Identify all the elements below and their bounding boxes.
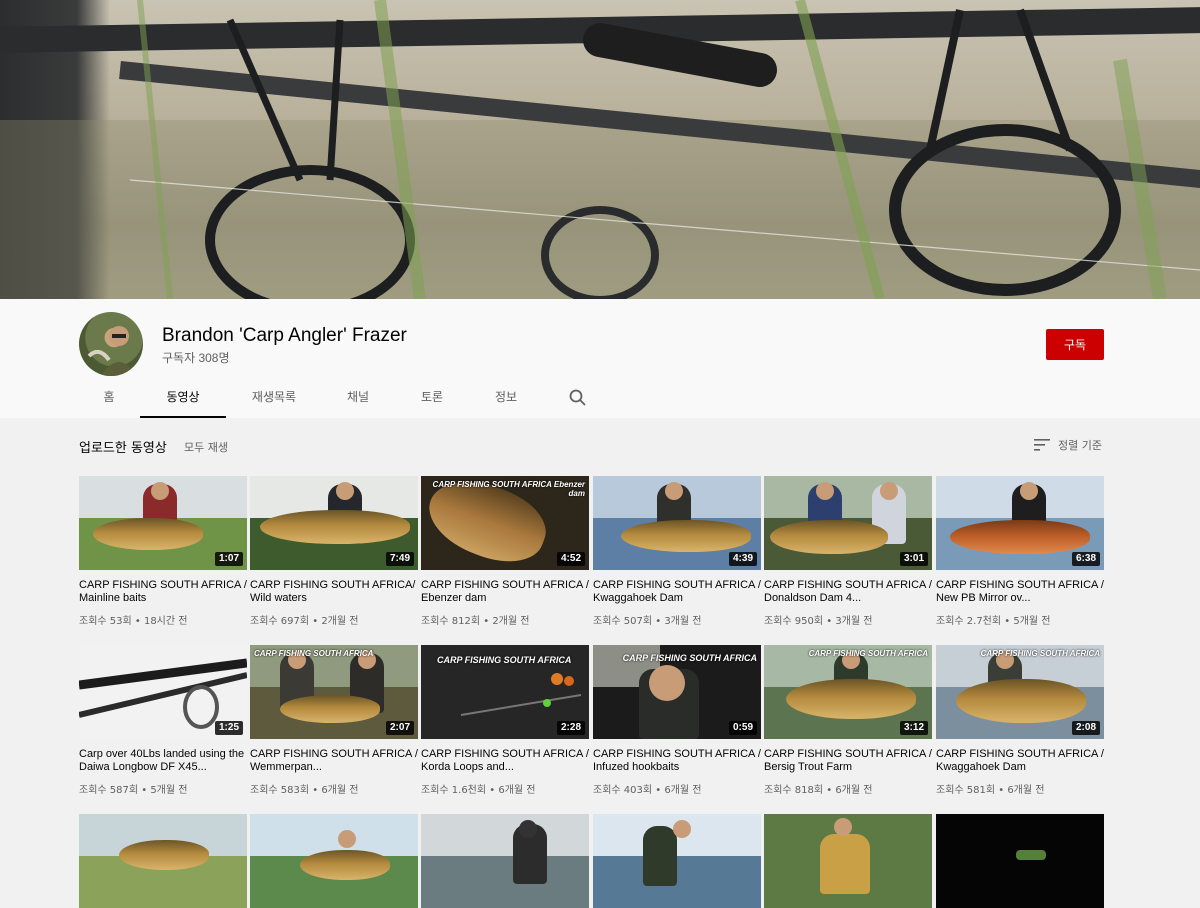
banner-rod-image	[0, 0, 1200, 299]
video-duration: 2:28	[556, 721, 585, 735]
channel-name: Brandon 'Carp Angler' Frazer	[162, 325, 407, 346]
video-card[interactable]	[79, 814, 247, 908]
tab-playlists[interactable]: 재생목록	[244, 378, 304, 416]
video-title[interactable]: CARP FISHING SOUTH AFRICA/ Wild waters	[250, 579, 418, 605]
video-meta: 조회수 1.6천회 • 6개월 전	[421, 785, 536, 796]
sort-label: 정렬 기준	[1058, 439, 1102, 452]
thumbnail-caption: CARP FISHING SOUTH AFRICA Ebenzer dam	[432, 480, 585, 498]
video-meta: 조회수 583회 • 6개월 전	[250, 785, 359, 796]
video-duration: 1:07	[214, 552, 243, 566]
sort-button[interactable]: 정렬 기준	[1034, 437, 1102, 453]
subscriber-count: 구독자 308명	[162, 351, 230, 365]
video-thumbnail[interactable]	[421, 814, 589, 908]
video-duration: 2:08	[1071, 721, 1100, 735]
video-duration: 4:39	[728, 552, 757, 566]
video-duration: 3:01	[899, 552, 928, 566]
video-card[interactable]: 3:01 CARP FISHING SOUTH AFRICA / Donalds…	[764, 476, 932, 627]
video-title[interactable]: CARP FISHING SOUTH AFRICA / Infuzed hook…	[593, 748, 761, 774]
tab-home[interactable]: 홈	[90, 378, 128, 416]
channel-banner	[0, 0, 1200, 299]
video-thumbnail[interactable]	[79, 814, 247, 908]
video-card[interactable]	[764, 814, 932, 908]
tab-discussion[interactable]: 토론	[412, 378, 452, 416]
video-card[interactable]	[421, 814, 589, 908]
video-duration: 4:52	[556, 552, 585, 566]
video-meta: 조회수 53회 • 18시간 전	[79, 616, 188, 627]
video-duration: 2:07	[385, 721, 414, 735]
video-title[interactable]: Carp over 40Lbs landed using the Daiwa L…	[79, 748, 247, 774]
video-card[interactable]	[250, 814, 418, 908]
video-duration: 7:49	[385, 552, 414, 566]
video-card[interactable]: CARP FISHING SOUTH AFRICA Ebenzer dam 4:…	[421, 476, 589, 627]
video-card[interactable]: 1:07 CARP FISHING SOUTH AFRICA / Mainlin…	[79, 476, 247, 627]
video-thumbnail[interactable]: 4:39	[593, 476, 761, 570]
video-duration: 3:12	[899, 721, 928, 735]
video-card[interactable]: 4:39 CARP FISHING SOUTH AFRICA / Kwaggah…	[593, 476, 761, 627]
sort-icon	[1034, 439, 1050, 451]
video-duration: 1:25	[214, 721, 243, 735]
video-thumbnail[interactable]: 7:49	[250, 476, 418, 570]
subscribe-button[interactable]: 구독	[1046, 329, 1104, 360]
video-thumbnail[interactable]: CARP FISHING SOUTH AFRICA 2:07	[250, 645, 418, 739]
channel-tabs: 홈 동영상 재생목록 채널 토론 정보	[0, 378, 1200, 418]
video-card[interactable]: CARP FISHING SOUTH AFRICA 3:12 CARP FISH…	[764, 645, 932, 796]
video-meta: 조회수 950회 • 3개월 전	[764, 616, 873, 627]
video-card[interactable]: 6:38 CARP FISHING SOUTH AFRICA / New PB …	[936, 476, 1104, 627]
video-thumbnail[interactable]: CARP FISHING SOUTH AFRICA 2:08	[936, 645, 1104, 739]
video-duration: 6:38	[1071, 552, 1100, 566]
video-thumbnail[interactable]: 1:07	[79, 476, 247, 570]
video-card[interactable]: 1:25 Carp over 40Lbs landed using the Da…	[79, 645, 247, 796]
video-thumbnail[interactable]	[250, 814, 418, 908]
thumbnail-caption: CARP FISHING SOUTH AFRICA	[980, 649, 1100, 658]
video-title[interactable]: CARP FISHING SOUTH AFRICA / Bersig Trout…	[764, 748, 932, 774]
video-duration: 0:59	[728, 721, 757, 735]
video-title[interactable]: CARP FISHING SOUTH AFRICA / Korda Loops …	[421, 748, 589, 774]
video-title[interactable]: CARP FISHING SOUTH AFRICA / Donaldson Da…	[764, 579, 932, 605]
video-thumbnail[interactable]	[936, 814, 1104, 908]
channel-search-icon[interactable]	[568, 388, 588, 408]
video-card[interactable]: CARP FISHING SOUTH AFRICA 2:28 CARP FISH…	[421, 645, 589, 796]
video-meta: 조회수 812회 • 2개월 전	[421, 616, 530, 627]
avatar-image	[87, 326, 137, 376]
thumbnail-caption: CARP FISHING SOUTH AFRICA	[437, 655, 572, 665]
video-card[interactable]: 7:49 CARP FISHING SOUTH AFRICA/ Wild wat…	[250, 476, 418, 627]
video-thumbnail[interactable]: 3:01	[764, 476, 932, 570]
thumbnail-caption: CARP FISHING SOUTH AFRICA	[808, 649, 928, 658]
video-meta: 조회수 581회 • 6개월 전	[936, 785, 1045, 796]
video-title[interactable]: CARP FISHING SOUTH AFRICA / Ebenzer dam	[421, 579, 589, 605]
video-meta: 조회수 818회 • 6개월 전	[764, 785, 873, 796]
video-card[interactable]	[593, 814, 761, 908]
tab-about[interactable]: 정보	[486, 378, 526, 416]
thumbnail-caption: CARP FISHING SOUTH AFRICA	[254, 649, 374, 658]
video-card[interactable]: CARP FISHING SOUTH AFRICA 2:08 CARP FISH…	[936, 645, 1104, 796]
play-all-link[interactable]: 모두 재생	[184, 439, 228, 455]
video-thumbnail[interactable]: CARP FISHING SOUTH AFRICA 0:59	[593, 645, 761, 739]
video-thumbnail[interactable]	[593, 814, 761, 908]
tab-channels[interactable]: 채널	[337, 378, 379, 416]
video-thumbnail[interactable]: CARP FISHING SOUTH AFRICA 3:12	[764, 645, 932, 739]
video-meta: 조회수 2.7천회 • 5개월 전	[936, 616, 1051, 627]
video-meta: 조회수 403회 • 6개월 전	[593, 785, 702, 796]
video-thumbnail[interactable]	[764, 814, 932, 908]
video-card[interactable]: CARP FISHING SOUTH AFRICA 0:59 CARP FISH…	[593, 645, 761, 796]
video-title[interactable]: CARP FISHING SOUTH AFRICA / New PB Mirro…	[936, 579, 1104, 605]
tab-videos[interactable]: 동영상	[140, 378, 226, 418]
video-thumbnail[interactable]: CARP FISHING SOUTH AFRICA 2:28	[421, 645, 589, 739]
video-card[interactable]: CARP FISHING SOUTH AFRICA 2:07 CARP FISH…	[250, 645, 418, 796]
uploads-title: 업로드한 동영상	[79, 441, 167, 456]
video-meta: 조회수 697회 • 2개월 전	[250, 616, 359, 627]
video-meta: 조회수 507회 • 3개월 전	[593, 616, 702, 627]
video-thumbnail[interactable]: 1:25	[79, 645, 247, 739]
video-title[interactable]: CARP FISHING SOUTH AFRICA / Mainline bai…	[79, 579, 247, 605]
video-thumbnail[interactable]: 6:38	[936, 476, 1104, 570]
video-title[interactable]: CARP FISHING SOUTH AFRICA / Kwaggahoek D…	[593, 579, 761, 605]
video-card[interactable]	[936, 814, 1104, 908]
thumbnail-caption: CARP FISHING SOUTH AFRICA	[622, 653, 757, 663]
video-thumbnail[interactable]: CARP FISHING SOUTH AFRICA Ebenzer dam 4:…	[421, 476, 589, 570]
video-title[interactable]: CARP FISHING SOUTH AFRICA / Wemmerpan...	[250, 748, 418, 774]
video-meta: 조회수 587회 • 5개월 전	[79, 785, 188, 796]
video-title[interactable]: CARP FISHING SOUTH AFRICA / Kwaggahoek D…	[936, 748, 1104, 774]
channel-avatar[interactable]	[79, 312, 143, 376]
